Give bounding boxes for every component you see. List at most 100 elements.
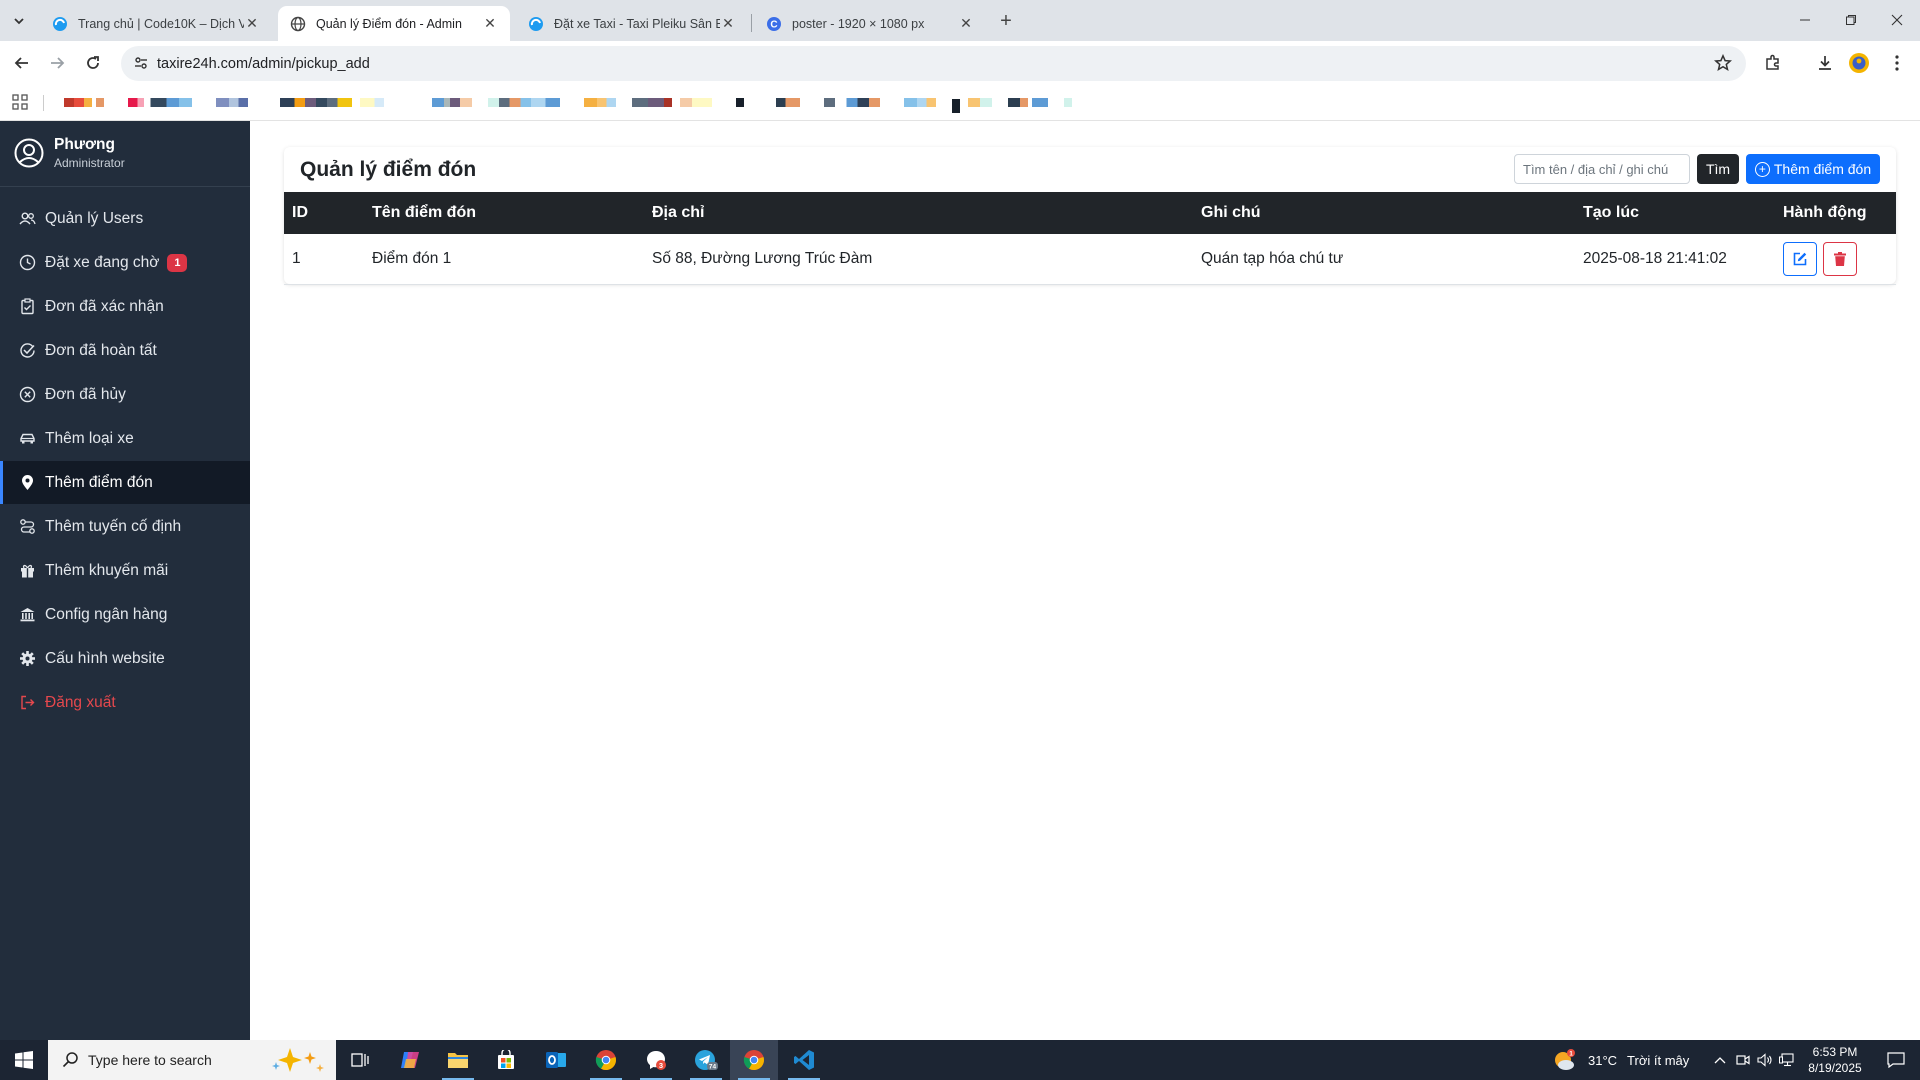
apps-grid-icon[interactable] (12, 94, 28, 115)
close-tab-icon[interactable]: ✕ (244, 15, 260, 32)
bookmark-item[interactable] (216, 98, 248, 107)
reload-icon (87, 56, 99, 69)
weather-text: Trời ít mây (1627, 1052, 1690, 1068)
column-header-note: Ghi chú (1193, 192, 1575, 234)
sidebar-item-pending-bookings[interactable]: Đặt xe đang chờ 1 (0, 241, 250, 284)
bank-icon (18, 606, 36, 624)
forward-button[interactable] (44, 50, 70, 76)
profile-avatar-button[interactable] (1846, 50, 1872, 76)
bookmark-item[interactable] (632, 98, 712, 107)
sidebar-item-bank-config[interactable]: Config ngân hàng (0, 593, 250, 636)
sidebar-item-users[interactable]: Quản lý Users (0, 197, 250, 240)
bookmark-item[interactable] (1008, 98, 1048, 107)
bookmark-item[interactable] (584, 98, 616, 107)
page-title: Quản lý điểm đón (300, 158, 477, 181)
bookmark-item[interactable] (128, 98, 192, 107)
bookmark-item[interactable] (968, 98, 992, 107)
browser-tab-admin[interactable]: Quản lý Điểm đón - Admin ✕ (278, 6, 510, 41)
site-info-icon[interactable] (133, 55, 149, 76)
bookmark-item[interactable] (360, 98, 384, 107)
sidebar-item-completed-orders[interactable]: Đơn đã hoàn tất (0, 329, 250, 372)
close-window-button[interactable] (1874, 0, 1920, 40)
notifications-button[interactable] (1872, 1040, 1920, 1080)
pending-count-badge: 1 (167, 253, 188, 272)
bookmark-item[interactable] (824, 98, 880, 107)
copilot-button[interactable] (386, 1040, 434, 1080)
sidebar-item-cancelled-orders[interactable]: Đơn đã hủy (0, 373, 250, 416)
delete-row-button[interactable] (1823, 241, 1858, 276)
microsoft-store-button[interactable] (482, 1040, 530, 1080)
bookmark-item[interactable] (904, 98, 936, 107)
sidebar-item-website-settings[interactable]: Cấu hình website (0, 637, 250, 680)
bookmark-item[interactable] (952, 99, 960, 113)
extensions-button[interactable] (1760, 50, 1786, 76)
edit-row-button[interactable] (1783, 241, 1817, 276)
users-icon (18, 210, 36, 228)
bookmark-item[interactable] (776, 98, 800, 107)
start-button[interactable] (0, 1040, 48, 1080)
sidebar-item-add-promotion[interactable]: Thêm khuyến mãi (0, 549, 250, 592)
tab-search-button[interactable] (8, 10, 30, 32)
edge-logo-icon (528, 16, 544, 32)
sidebar-item-confirmed-orders[interactable]: Đơn đã xác nhận (0, 285, 250, 328)
add-pickup-point-label: Thêm điểm đón (1773, 161, 1872, 177)
add-pickup-point-button[interactable]: + Thêm điểm đón (1746, 154, 1880, 184)
telegram-button[interactable]: 74 (682, 1040, 730, 1080)
volume-button[interactable] (1754, 1040, 1776, 1080)
svg-text:C: C (770, 19, 777, 30)
new-tab-button[interactable]: + (993, 9, 1019, 33)
bookmark-star-icon[interactable] (1713, 53, 1733, 77)
browser-tab-strip: Trang chủ | Code10K – Dịch Vụ ✕ Quản lý … (0, 0, 1920, 41)
browser-tab-code10k[interactable]: Trang chủ | Code10K – Dịch Vụ ✕ (40, 6, 272, 41)
system-clock[interactable]: 6:53 PM 8/19/2025 (1800, 1044, 1870, 1076)
browser-menu-button[interactable] (1884, 50, 1910, 76)
map-pin-icon (18, 474, 36, 492)
clipboard-check-icon (18, 298, 36, 316)
bookmark-item[interactable] (64, 98, 104, 107)
close-tab-icon[interactable]: ✕ (958, 15, 974, 32)
downloads-button[interactable] (1812, 50, 1838, 76)
taskbar-search-box[interactable]: Type here to search (48, 1040, 336, 1080)
bookmark-item[interactable] (280, 98, 352, 107)
sidebar-item-label: Config ngân hàng (45, 605, 168, 623)
show-hidden-icons-button[interactable] (1708, 1040, 1732, 1080)
weather-widget[interactable]: 1 31°C Trời ít mây (1552, 1040, 1689, 1080)
browser-tab-taxi[interactable]: Đặt xe Taxi - Taxi Pleiku Sân Bay ✕ (516, 6, 748, 41)
close-tab-icon[interactable]: ✕ (482, 15, 498, 32)
sidebar-item-label: Thêm loại xe (45, 429, 134, 447)
meet-now-button[interactable] (1732, 1040, 1754, 1080)
minimize-icon (1800, 19, 1810, 21)
trash-icon (1834, 251, 1847, 266)
search-button[interactable]: Tìm (1697, 154, 1739, 184)
sidebar-item-add-vehicle-type[interactable]: Thêm loại xe (0, 417, 250, 460)
bookmark-item[interactable] (488, 98, 560, 107)
sidebar-item-add-pickup-point[interactable]: Thêm điểm đón (0, 461, 250, 504)
messenger-button[interactable]: 3 (632, 1040, 680, 1080)
close-tab-icon[interactable]: ✕ (720, 15, 736, 32)
sidebar-item-add-fixed-route[interactable]: Thêm tuyến cố định (0, 505, 250, 548)
bookmark-item[interactable] (1064, 98, 1072, 107)
sidebar-item-logout[interactable]: Đăng xuất (0, 681, 250, 724)
address-bar[interactable]: taxire24h.com/admin/pickup_add (121, 46, 1746, 81)
chrome-button[interactable] (582, 1040, 630, 1080)
restore-button[interactable] (1828, 0, 1874, 40)
tab-separator (751, 14, 752, 32)
task-view-button[interactable] (336, 1040, 384, 1080)
search-input[interactable] (1514, 154, 1690, 184)
back-button[interactable] (9, 50, 35, 76)
chrome-profile-button[interactable] (730, 1040, 778, 1080)
outlook-button[interactable] (532, 1040, 580, 1080)
restore-icon (1846, 15, 1856, 25)
browser-tab-poster[interactable]: C poster - 1920 × 1080 px ✕ (754, 6, 986, 41)
minimize-button[interactable] (1782, 0, 1828, 40)
network-button[interactable] (1776, 1040, 1798, 1080)
file-explorer-button[interactable] (434, 1040, 482, 1080)
url-text[interactable]: taxire24h.com/admin/pickup_add (157, 56, 370, 72)
bookmark-item[interactable] (736, 98, 744, 107)
weather-badge: 1 (1569, 1051, 1573, 1058)
pickup-points-card: Quản lý điểm đón Tìm + Thêm điểm đón ID … (284, 147, 1896, 285)
bookmark-item[interactable] (432, 98, 472, 107)
weather-sun-cloud-icon: 1 (1555, 1049, 1575, 1070)
vscode-button[interactable] (780, 1040, 828, 1080)
reload-button[interactable] (80, 50, 106, 76)
